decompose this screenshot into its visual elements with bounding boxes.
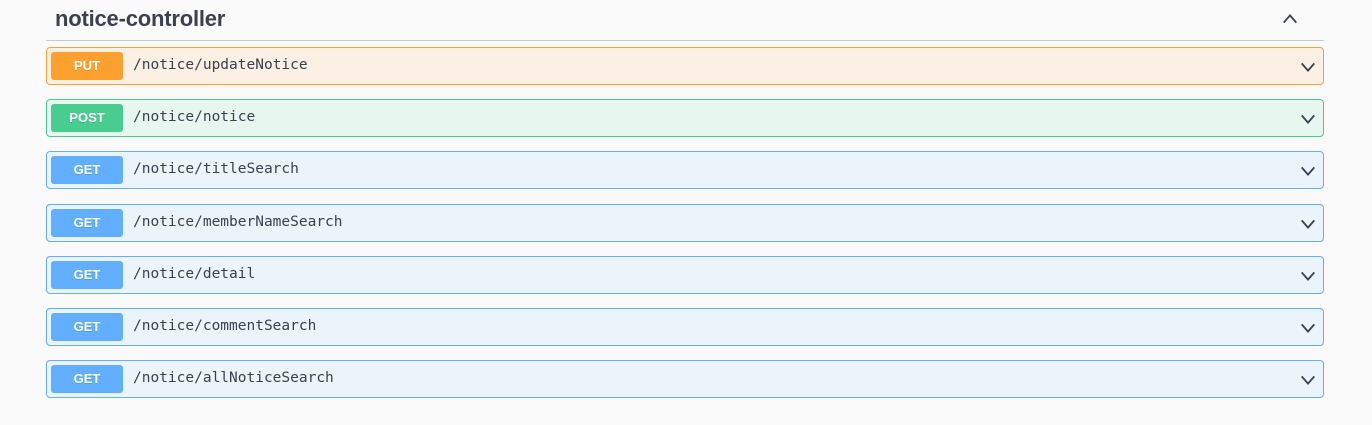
method-badge: GET (51, 156, 123, 185)
operation-get-detail[interactable]: GET /notice/detail (46, 255, 1324, 294)
operation-path: /notice/commentSearch (133, 317, 317, 334)
operation-put-updateNotice[interactable]: PUT /notice/updateNotice (46, 47, 1324, 85)
operation-path: /notice/notice (133, 109, 256, 126)
chevron-down-icon[interactable] (1299, 319, 1317, 337)
operation-path: /notice/titleSearch (133, 161, 299, 178)
chevron-down-icon[interactable] (1299, 371, 1317, 389)
method-badge: GET (51, 312, 123, 341)
method-badge: GET (51, 365, 123, 394)
operation-path: /notice/detail (133, 265, 256, 282)
method-badge: GET (51, 260, 123, 289)
chevron-down-icon[interactable] (1299, 58, 1317, 76)
section-header[interactable]: notice-controller (46, 0, 1324, 41)
method-badge: GET (51, 208, 123, 237)
chevron-down-icon[interactable] (1299, 215, 1317, 233)
operation-path: /notice/memberNameSearch (133, 213, 343, 230)
operation-get-commentSearch[interactable]: GET /notice/commentSearch (46, 307, 1324, 346)
method-badge: PUT (51, 52, 123, 80)
operation-post-notice[interactable]: POST /notice/notice (46, 99, 1324, 138)
section-title: notice-controller (55, 6, 226, 31)
operation-path: /notice/updateNotice (133, 57, 308, 73)
operation-path: /notice/allNoticeSearch (133, 370, 334, 387)
chevron-down-icon[interactable] (1299, 267, 1317, 285)
operation-get-allNoticeSearch[interactable]: GET /notice/allNoticeSearch (46, 360, 1324, 399)
chevron-up-icon[interactable] (1281, 10, 1299, 28)
operations-list: PUT /notice/updateNotice POST /notice/no… (46, 47, 1324, 412)
chevron-down-icon[interactable] (1299, 162, 1317, 180)
operation-get-memberNameSearch[interactable]: GET /notice/memberNameSearch (46, 203, 1324, 242)
operation-get-titleSearch[interactable]: GET /notice/titleSearch (46, 151, 1324, 190)
notice-controller-section: notice-controller PUT /notice/updateNoti… (46, 0, 1324, 399)
method-badge: POST (51, 104, 123, 133)
chevron-down-icon[interactable] (1299, 110, 1317, 128)
